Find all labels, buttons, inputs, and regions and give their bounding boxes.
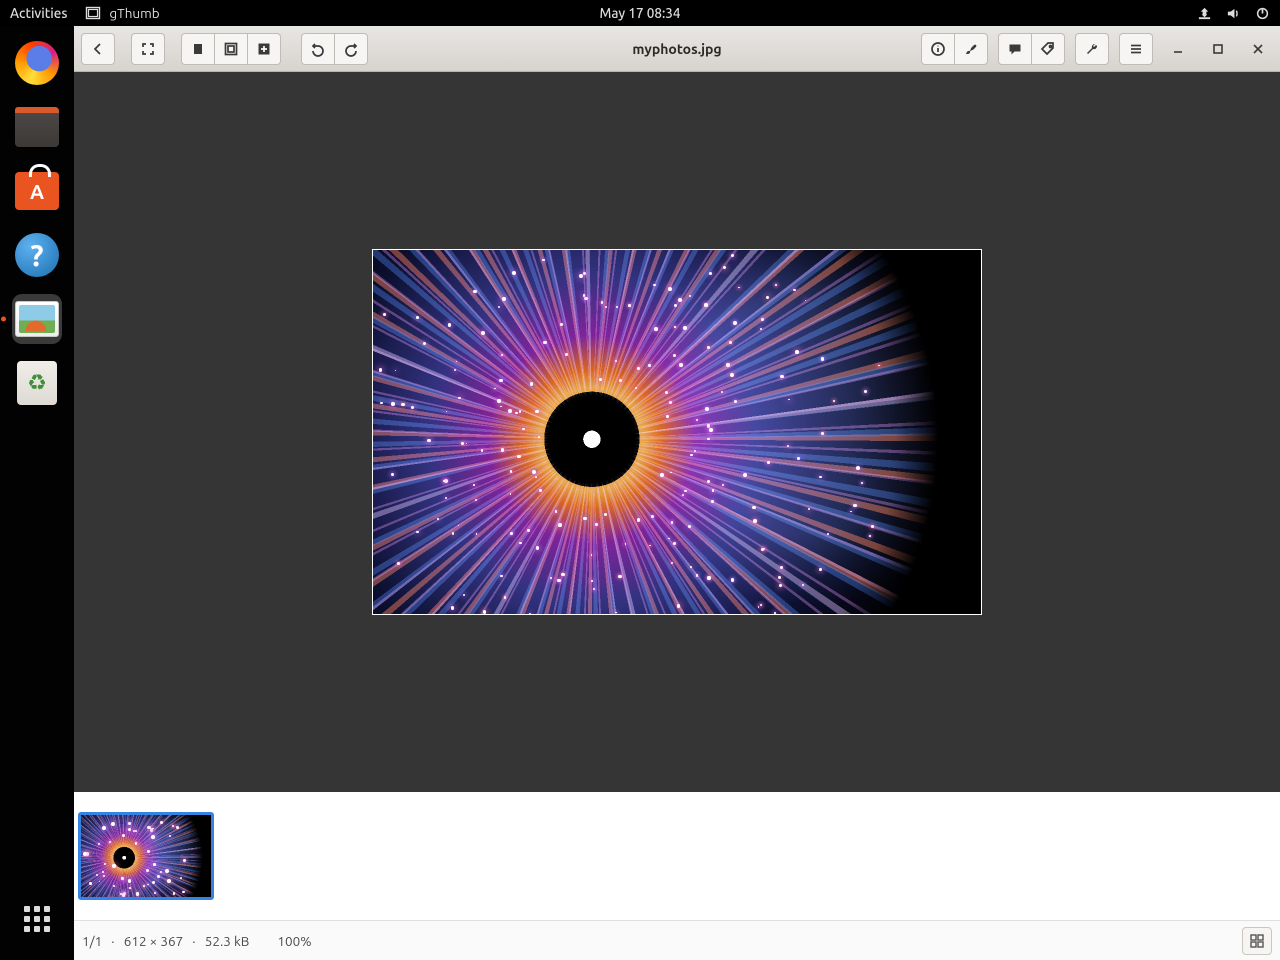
displayed-image [372, 249, 982, 615]
info-icon [930, 41, 946, 57]
paintbrush-icon [963, 41, 979, 57]
dock-software[interactable] [12, 166, 62, 216]
zoom-in-button[interactable] [247, 33, 281, 65]
close-icon [1251, 42, 1265, 56]
help-icon: ? [15, 233, 59, 277]
minimize-icon [1171, 42, 1185, 56]
rotate-right-icon [343, 41, 359, 57]
gnome-top-bar: Activities gThumb May 17 08:34 [0, 0, 1280, 26]
dock-files[interactable] [12, 102, 62, 152]
status-info: 1/1 · 612 × 367 · 52.3 kB [82, 933, 249, 949]
apps-grid-icon [24, 906, 50, 932]
trash-icon: ♻ [17, 361, 57, 405]
fit-actual-icon: 1 [190, 41, 206, 57]
dock-firefox[interactable] [12, 38, 62, 88]
tags-button[interactable] [1031, 33, 1065, 65]
gthumb-window: 1 myphotos.jpg [74, 26, 1280, 960]
dock-trash[interactable]: ♻ [12, 358, 62, 408]
wrench-icon [1084, 41, 1100, 57]
header-bar: 1 myphotos.jpg [74, 26, 1280, 72]
grid-icon [1249, 933, 1265, 949]
maximize-icon [1211, 42, 1225, 56]
app-menu[interactable]: gThumb [85, 5, 159, 21]
maximize-button[interactable] [1203, 34, 1233, 64]
thumbnail-selected[interactable] [78, 812, 214, 900]
image-viewport[interactable] [74, 72, 1280, 792]
thumbnail-strip [74, 792, 1280, 920]
close-button[interactable] [1243, 34, 1273, 64]
power-icon[interactable] [1255, 6, 1270, 21]
gthumb-menu-icon [85, 5, 101, 21]
fullscreen-icon [140, 41, 156, 57]
rotate-left-icon [310, 41, 326, 57]
status-position: 1/1 [82, 933, 102, 949]
tools-button[interactable] [1075, 33, 1109, 65]
show-applications[interactable] [12, 894, 62, 944]
software-store-icon [15, 172, 59, 210]
fit-width-button[interactable]: 1 [181, 33, 215, 65]
firefox-icon [15, 41, 59, 85]
rotate-left-button[interactable] [301, 33, 335, 65]
chevron-left-icon [90, 41, 106, 57]
fit-window-button[interactable] [214, 33, 248, 65]
status-bar: 1/1 · 612 × 367 · 52.3 kB 100% [74, 920, 1280, 960]
fit-window-icon [223, 41, 239, 57]
edit-button[interactable] [954, 33, 988, 65]
gthumb-icon [15, 301, 59, 337]
hamburger-icon [1128, 41, 1144, 57]
volume-icon[interactable] [1226, 6, 1241, 21]
comment-button[interactable] [998, 33, 1032, 65]
back-button[interactable] [81, 33, 115, 65]
rotate-right-button[interactable] [334, 33, 368, 65]
clock[interactable]: May 17 08:34 [600, 5, 681, 21]
app-menu-label: gThumb [109, 5, 159, 21]
zoom-in-icon [256, 41, 272, 57]
svg-text:1: 1 [196, 45, 201, 54]
status-dimensions: 612 × 367 [124, 933, 183, 949]
hamburger-menu[interactable] [1119, 33, 1153, 65]
dock-help[interactable]: ? [12, 230, 62, 280]
fullscreen-button[interactable] [131, 33, 165, 65]
network-icon[interactable] [1197, 6, 1212, 21]
status-zoom: 100% [277, 933, 311, 949]
dock-gthumb[interactable] [12, 294, 62, 344]
dock: ? ♻ [0, 26, 74, 960]
minimize-button[interactable] [1163, 34, 1193, 64]
files-icon [15, 107, 59, 147]
tag-icon [1040, 41, 1056, 57]
thumbnail-grid-toggle[interactable] [1242, 927, 1272, 955]
status-filesize: 52.3 kB [205, 933, 250, 949]
window-title: myphotos.jpg [632, 41, 721, 57]
properties-button[interactable] [921, 33, 955, 65]
activities-button[interactable]: Activities [10, 5, 67, 21]
comment-icon [1007, 41, 1023, 57]
